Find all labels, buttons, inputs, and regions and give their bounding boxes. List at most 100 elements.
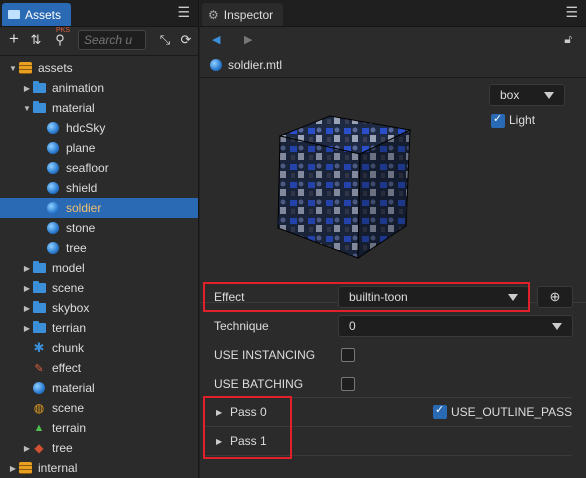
assets-tab[interactable]: Assets [2,3,72,26]
target-icon: ⊕ [549,289,561,304]
collapsed-arrow-icon[interactable]: ▶ [22,324,32,333]
tree-item[interactable]: ▶ ◆ tree [0,438,198,458]
technique-row: Technique 0 [200,312,586,340]
inspector-tab[interactable]: ⚙ Inspector [202,3,284,26]
lock-icon[interactable]: 🔓︎ [564,32,572,47]
tree-item[interactable]: stone [0,218,198,238]
tree-item-label: internal [38,461,78,475]
tree-item[interactable]: ✱ chunk [0,338,198,358]
tree-item-label: plane [66,141,96,155]
collapsed-arrow-icon[interactable]: ▶ [22,284,32,293]
tree-item-label: tree [52,441,73,455]
assets-menu-icon[interactable]: ☰ [177,4,190,21]
material-preview: box Light [200,78,586,303]
add-icon[interactable]: + [6,29,22,49]
use-instancing-row: USE INSTANCING [200,341,586,369]
chunk-icon: ✱ [33,340,45,355]
back-arrow-icon[interactable]: ◀ [212,33,220,46]
assets-tab-label: Assets [25,7,62,22]
tree-item-label: soldier [66,201,102,215]
collapsed-arrow-icon[interactable]: ▶ [8,464,18,473]
chevron-down-icon [544,92,554,99]
use-outline-pass-checkbox[interactable] [433,403,447,419]
material-icon [32,381,46,395]
collapse-icon[interactable]: ⤡ [157,32,173,48]
chevron-down-icon [552,323,562,330]
collapsed-arrow-icon[interactable]: ▶ [22,84,32,93]
inspector-tabbar: ⚙ Inspector ☰ [200,0,586,27]
tree-item[interactable]: hdcSky [0,118,198,138]
tree-item-label: shield [66,181,98,195]
filter-badge: PKS [56,27,71,34]
tree-item-label: stone [66,221,96,235]
technique-label: Technique [214,319,269,333]
folder-icon [32,101,46,115]
tree-item[interactable]: ▼ material [0,98,198,118]
material-icon [46,121,60,135]
history-nav: ◀ ▶ 🔓︎ [200,27,586,53]
file-header: soldier.mtl [200,53,586,78]
tree-item-label: scene [52,401,85,415]
technique-select[interactable]: 0 [338,315,573,337]
search-input[interactable] [78,30,146,50]
expanded-arrow-icon[interactable]: ▼ [22,104,32,113]
inspector-menu-icon[interactable]: ☰ [565,4,578,21]
use-instancing-checkbox[interactable] [341,348,355,362]
light-checkbox[interactable] [491,112,505,128]
terrain-icon: ▲ [33,422,45,434]
tree-item-label: skybox [52,301,90,315]
tree-item-label: assets [38,61,73,75]
preview-shape-value: box [500,88,520,102]
material-icon [46,141,60,155]
tree-item-label: scene [52,281,85,295]
tree-item[interactable]: ▲ terrain [0,418,198,438]
tree-item[interactable]: tree [0,238,198,258]
tree-item[interactable]: soldier [0,198,198,218]
locate-effect-button[interactable]: ⊕ [537,286,573,308]
folder-icon [32,261,46,275]
tree-item[interactable]: seafloor [0,158,198,178]
assets-panel: Assets ☰ + ⇅ ⚲ PKS ⤡ ⟳ ▼ assets ▶ animation… [0,0,199,478]
pass-highlight-box [203,396,292,459]
material-icon [46,241,60,255]
folder-icon [32,81,46,95]
expanded-arrow-icon[interactable]: ▼ [8,64,18,73]
tree-item[interactable]: ▶ skybox [0,298,198,318]
tree-item[interactable]: material [0,378,198,398]
collapsed-arrow-icon[interactable]: ▶ [22,304,32,313]
tree-item[interactable]: ▶ model [0,258,198,278]
collapsed-arrow-icon[interactable]: ▶ [22,264,32,273]
sort-icon[interactable]: ⇅ [28,32,44,48]
tree-item-label: effect [52,361,82,375]
tree-item-label: hdcSky [66,121,106,135]
gear-icon: ⚙ [208,7,219,22]
material-icon [46,181,60,195]
refresh-icon[interactable]: ⟳ [178,32,194,48]
use-batching-row: USE BATCHING [200,370,586,398]
tree-item[interactable]: ▼ assets [0,58,198,78]
technique-value: 0 [349,319,356,333]
tree-item[interactable]: ▶ terrian [0,318,198,338]
use-outline-pass-label: USE_OUTLINE_PASS [451,405,573,419]
tree-item[interactable]: ◍ scene [0,398,198,418]
tree-item[interactable]: ✎ effect [0,358,198,378]
use-batching-label: USE BATCHING [214,377,304,391]
tree-item-label: material [52,381,95,395]
use-batching-checkbox[interactable] [341,377,355,391]
collapsed-arrow-icon[interactable]: ▶ [22,444,32,453]
use-instancing-label: USE INSTANCING [214,348,316,362]
tree-item-label: model [52,261,85,275]
tree-item-label: chunk [52,341,85,355]
tree-item[interactable]: ▶ animation [0,78,198,98]
tree-item[interactable]: plane [0,138,198,158]
filter-icon[interactable]: ⚲ [52,32,68,48]
forward-arrow-icon[interactable]: ▶ [244,33,252,46]
tree-item[interactable]: shield [0,178,198,198]
tree-item-label: terrian [52,321,87,335]
assets-toolbar: + ⇅ ⚲ PKS ⤡ ⟳ [0,27,198,56]
tree-item[interactable]: ▶ scene [0,278,198,298]
tree-item[interactable]: ▶ internal [0,458,198,478]
folder-icon [32,301,46,315]
file-name: soldier.mtl [228,58,283,72]
preview-shape-select[interactable]: box [489,84,565,106]
